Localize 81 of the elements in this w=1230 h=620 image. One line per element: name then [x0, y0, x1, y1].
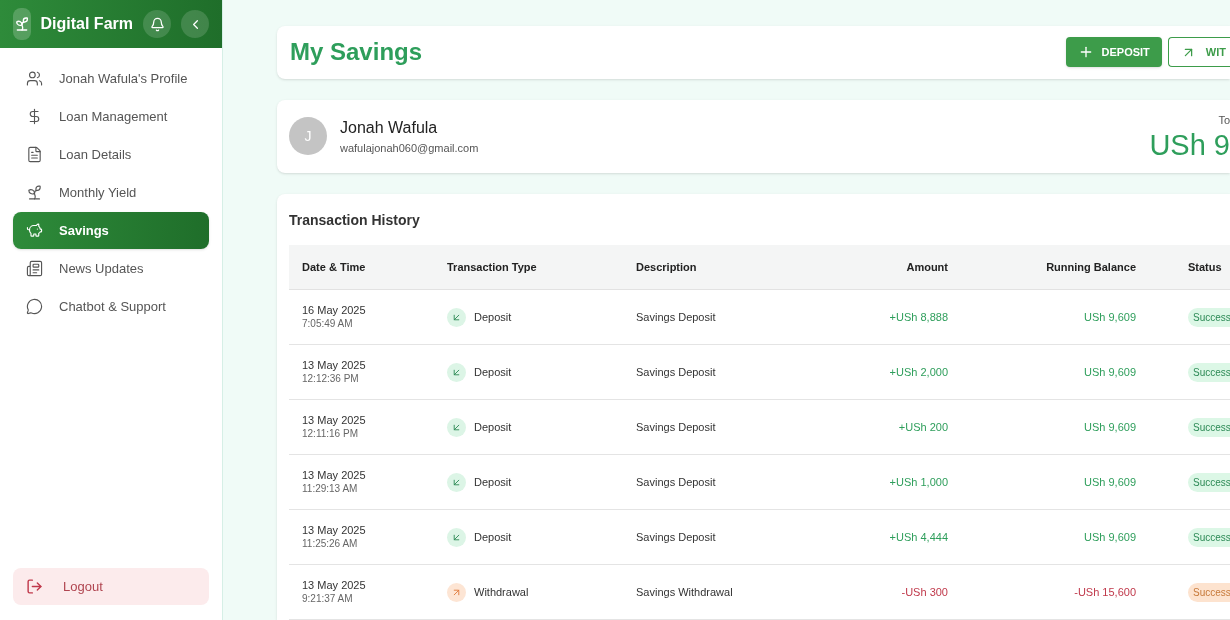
arrow-down-left-icon: [447, 362, 466, 382]
logout-icon: [26, 578, 43, 595]
arrow-down-left-icon: [447, 472, 466, 492]
column-header: Date & Time: [301, 259, 367, 275]
column-header: Amount: [906, 259, 948, 275]
time-text: 7:05:49 AM: [302, 317, 354, 330]
balance-cell-text: USh 9,609: [1084, 309, 1136, 325]
amount-cell-text: -USh 300: [901, 584, 948, 600]
document-icon: [26, 146, 43, 163]
balance-cell-text: USh 9,609: [1084, 529, 1136, 545]
transaction-type: Deposit: [474, 419, 512, 435]
status-badge: Success: [1188, 582, 1230, 602]
balance-cell-text: -USh 15,600: [1074, 584, 1136, 600]
date-text: 13 May 2025: [302, 469, 367, 482]
date-text: 13 May 2025: [302, 524, 367, 537]
transaction-type: Deposit: [474, 364, 512, 380]
balance-cell-text: USh 9,609: [1084, 419, 1136, 435]
newspaper-icon: [26, 260, 43, 277]
date-text: 13 May 2025: [302, 414, 367, 427]
status-badge: Success: [1188, 472, 1230, 492]
description-cell-text: Savings Withdrawal: [635, 584, 734, 600]
sidebar-item[interactable]: Loan Management: [13, 98, 209, 135]
balance-cell-text: USh 9,609: [1084, 364, 1136, 380]
user-name: Jonah Wafula: [340, 118, 439, 139]
status-badge: Success: [1188, 307, 1230, 327]
avatar: J: [289, 117, 327, 156]
amount-cell-text: +USh 1,000: [889, 474, 948, 490]
status-badge: Success: [1188, 417, 1230, 437]
description-cell-text: Savings Deposit: [635, 309, 717, 325]
sidebar-item[interactable]: Chatbot & Support: [13, 288, 209, 325]
column-header: Running Balance: [1046, 259, 1136, 275]
arrow-down-left-icon: [447, 307, 466, 327]
transaction-type: Deposit: [474, 474, 512, 490]
notification-button[interactable]: [143, 10, 171, 38]
sprout-logo-icon: [13, 8, 31, 40]
arrow-down-left-icon: [447, 527, 466, 547]
description-cell-text: Savings Deposit: [635, 529, 717, 545]
amount-cell-text: +USh 8,888: [889, 309, 948, 325]
arrow-down-left-icon: [447, 417, 466, 437]
total-label: To: [1218, 113, 1230, 129]
time-text: 12:12:36 PM: [302, 372, 360, 385]
column-header: Description: [635, 259, 698, 275]
section-title: Transaction History: [289, 211, 421, 230]
date-text: 16 May 2025: [302, 304, 367, 317]
amount-cell-text: +USh 2,000: [889, 364, 948, 380]
transaction-type: Withdrawal: [474, 584, 529, 600]
time-text: 12:11:16 PM: [302, 427, 359, 440]
transaction-type: Deposit: [474, 529, 512, 545]
status-badge: Success: [1188, 362, 1230, 382]
users-icon: [26, 70, 43, 87]
sidebar-item[interactable]: News Updates: [13, 250, 209, 287]
sidebar-item[interactable]: Savings: [13, 212, 209, 249]
collapse-button[interactable]: [181, 10, 209, 38]
sprout-icon: [26, 184, 43, 201]
sidebar-item[interactable]: Loan Details: [13, 136, 209, 173]
date-text: 13 May 2025: [302, 359, 367, 372]
brand-name: Digital Farm: [40, 14, 133, 34]
time-text: 9:21:37 AM: [302, 592, 354, 605]
amount-cell-text: +USh 4,444: [889, 529, 948, 545]
total-value: USh 9: [1149, 128, 1230, 161]
transaction-type: Deposit: [474, 309, 512, 325]
time-text: 11:29:13 AM: [302, 482, 359, 495]
description-cell-text: Savings Deposit: [635, 474, 717, 490]
chat-bubble-icon: [26, 298, 43, 315]
sidebar-item[interactable]: Jonah Wafula's Profile: [13, 60, 209, 97]
logout-button[interactable]: Logout: [13, 568, 209, 605]
time-text: 11:25:26 AM: [302, 537, 359, 550]
user-email: wafulajonah060@gmail.com: [340, 141, 480, 157]
arrow-up-right-icon: [447, 582, 466, 602]
description-cell-text: Savings Deposit: [635, 364, 717, 380]
status-badge: Success: [1188, 527, 1230, 547]
amount-cell-text: +USh 200: [898, 419, 948, 435]
balance-cell-text: USh 9,609: [1084, 474, 1136, 490]
piggy-bank-icon: [26, 222, 43, 239]
page-title: My Savings: [290, 37, 424, 68]
column-header: Transaction Type: [446, 259, 538, 275]
description-cell-text: Savings Deposit: [635, 419, 717, 435]
bell-icon: [149, 16, 165, 32]
column-header: Status: [1187, 259, 1223, 275]
sidebar-item[interactable]: Monthly Yield: [13, 174, 209, 211]
date-text: 13 May 2025: [302, 579, 367, 592]
